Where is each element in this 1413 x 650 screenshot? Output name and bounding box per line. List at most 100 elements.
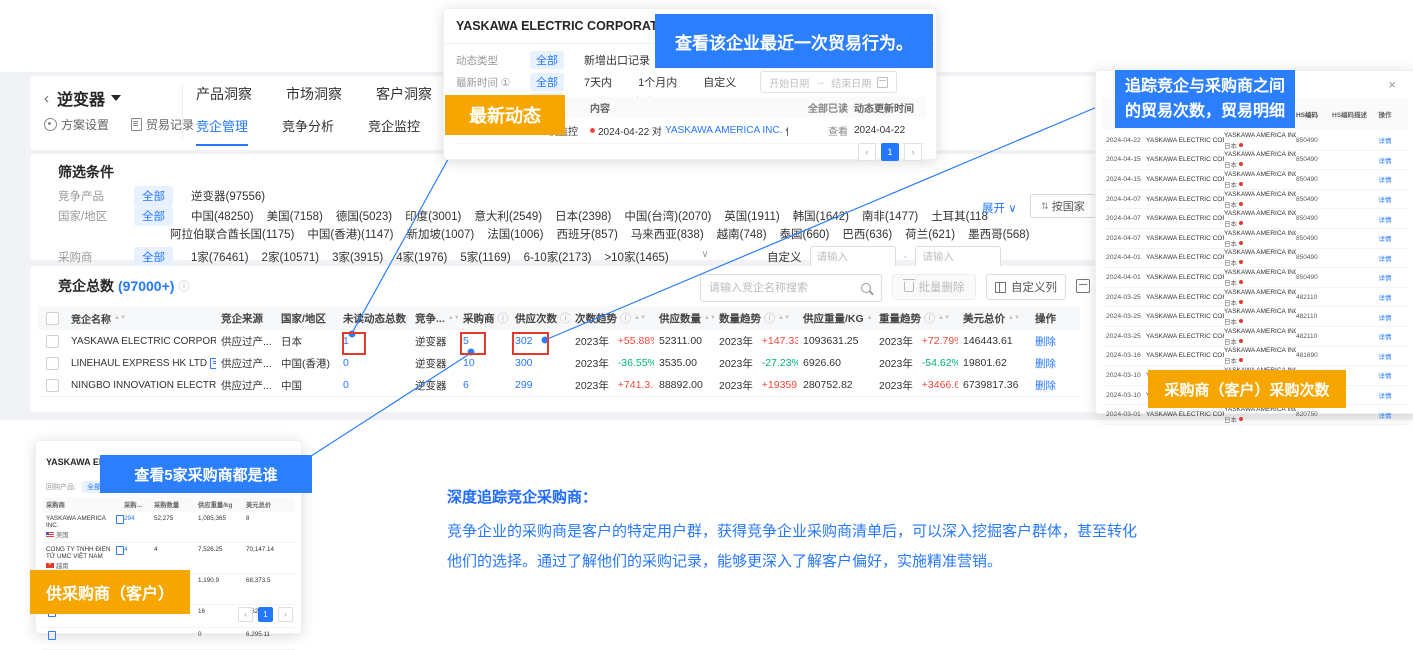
- delete-row-link[interactable]: 删除: [1035, 334, 1056, 349]
- detail-link[interactable]: 详情: [1370, 194, 1400, 204]
- sort-icon[interactable]: ▲▼: [114, 316, 126, 320]
- buyer-cell[interactable]: YASKAWA AMERICA INC. 日本: [1224, 229, 1296, 248]
- buyer-name-cell[interactable]: YASKAWA AMERICA INC. 美国: [42, 515, 124, 539]
- supplier-cell[interactable]: YASKAWA ELECTRIC CORP...: [1146, 312, 1224, 321]
- detail-link[interactable]: 详情: [1370, 331, 1400, 341]
- page-title[interactable]: 逆变器: [57, 86, 105, 110]
- type-chip-all[interactable]: 全部: [530, 51, 564, 69]
- detail-link[interactable]: 详情: [1370, 390, 1400, 400]
- detail-link[interactable]: 详情: [1370, 312, 1400, 322]
- detail-link[interactable]: 详情: [1370, 370, 1400, 380]
- product-all-chip[interactable]: 全部: [134, 186, 173, 206]
- row-checkbox[interactable]: [46, 379, 59, 392]
- sort-icon[interactable]: ▲▼: [634, 316, 646, 320]
- detail-link[interactable]: 详情: [1370, 155, 1400, 165]
- supply-count-link[interactable]: 300: [515, 357, 533, 369]
- sort-icon[interactable]: ▲▼: [448, 316, 458, 320]
- supplier-cell[interactable]: YASKAWA ELECTRIC CORP...: [1146, 273, 1224, 282]
- country-option[interactable]: 泰国(660): [780, 226, 830, 242]
- mark-all-read-link[interactable]: 全部已读: [788, 100, 848, 115]
- country-option[interactable]: 中国(48250): [191, 208, 254, 224]
- purchase-count-link[interactable]: 4: [124, 546, 154, 553]
- detail-link[interactable]: 详情: [1370, 253, 1400, 263]
- row-checkbox[interactable]: [46, 357, 59, 370]
- buyer-count-option[interactable]: 2家(10571): [262, 249, 320, 265]
- country-option[interactable]: 印度(3001): [405, 208, 461, 224]
- subtab-competitor-manage[interactable]: 竞企管理: [196, 116, 248, 146]
- supplier-cell[interactable]: YASKAWA ELECTRIC CORP...: [1146, 410, 1224, 419]
- buyers-count-link[interactable]: 10: [463, 357, 475, 369]
- by-country-button[interactable]: ⇅ 按国家: [1030, 194, 1096, 218]
- buyer-max-input[interactable]: [915, 246, 1001, 268]
- date-range-input[interactable]: 开始日期 → 结束日期: [760, 71, 897, 93]
- buyer-cell[interactable]: YASKAWA AMERICA INC. 日本: [1224, 209, 1296, 228]
- buyer-name-cell[interactable]: [42, 631, 124, 647]
- col-buyers[interactable]: 采购商ⓘ▲▼: [458, 310, 510, 326]
- country-option[interactable]: 南非(1477): [862, 208, 918, 224]
- country-option[interactable]: 巴西(636): [842, 226, 892, 242]
- competitor-name-cell[interactable]: YASKAWA ELECTRIC CORPORATIO: [66, 336, 216, 347]
- competitor-name-cell[interactable]: LINEHAUL EXPRESS HK LTD: [66, 358, 216, 369]
- col-supply-count[interactable]: 供应次数ⓘ▲▼: [510, 310, 570, 326]
- delete-row-link[interactable]: 删除: [1035, 356, 1056, 371]
- usd-col[interactable]: 美元总价: [246, 500, 294, 509]
- country-option[interactable]: 德国(5023): [336, 208, 392, 224]
- col-product[interactable]: 竞争...▲▼: [410, 311, 458, 326]
- chevron-down-icon[interactable]: [111, 95, 121, 101]
- prev-page-button[interactable]: ‹: [238, 607, 253, 622]
- custom-label[interactable]: 自定义: [767, 249, 802, 265]
- country-option[interactable]: 中国(香港)(1147): [307, 226, 393, 242]
- supplier-cell[interactable]: YASKAWA ELECTRIC CORP...: [1146, 234, 1224, 243]
- buyer-count-option[interactable]: 5家(1169): [460, 249, 510, 265]
- view-link[interactable]: 查看: [788, 123, 848, 138]
- sort-icon[interactable]: ▲▼: [938, 316, 950, 320]
- next-page-button[interactable]: ›: [904, 143, 922, 161]
- country-option[interactable]: 墨西哥(568): [968, 226, 1029, 242]
- detail-link[interactable]: 详情: [1370, 135, 1400, 145]
- compare-icon[interactable]: [48, 631, 56, 640]
- subtab-competitor-monitor[interactable]: 竞企监控: [368, 116, 420, 146]
- qty-col[interactable]: 采购数量: [154, 500, 198, 509]
- detail-link[interactable]: 详情: [1370, 272, 1400, 282]
- compare-icon[interactable]: [116, 515, 124, 524]
- country-option[interactable]: 意大利(2549): [474, 208, 542, 224]
- tab-product-insight[interactable]: 产品洞察: [196, 84, 252, 114]
- col-qty-trend[interactable]: 数量趋势ⓘ▲▼: [714, 310, 798, 326]
- country-option[interactable]: 荷兰(621): [905, 226, 955, 242]
- supplier-cell[interactable]: YASKAWA ELECTRIC CORP...: [1146, 293, 1224, 302]
- supplier-cell[interactable]: YASKAWA ELECTRIC CORP...: [1146, 175, 1224, 184]
- detail-link[interactable]: 详情: [1370, 214, 1400, 224]
- page-1-button[interactable]: 1: [881, 143, 899, 161]
- competitor-name-cell[interactable]: NINGBO INNOVATION ELECTRONI: [66, 380, 216, 391]
- detail-link[interactable]: 详情: [1370, 410, 1400, 420]
- supplier-cell[interactable]: YASKAWA ELECTRIC CORP...: [1146, 214, 1224, 223]
- supply-count-link[interactable]: 299: [515, 379, 533, 391]
- next-page-button[interactable]: ›: [278, 607, 293, 622]
- buyer-cell[interactable]: YASKAWA AMERICA INC. 日本: [1224, 190, 1296, 209]
- type-chip-new-export[interactable]: 新增出口记录: [578, 51, 656, 69]
- country-option[interactable]: 美国(7158): [267, 208, 323, 224]
- country-option[interactable]: 越南(748): [717, 226, 767, 242]
- country-option[interactable]: 韩国(1642): [793, 208, 849, 224]
- country-option[interactable]: 法国(1006): [487, 226, 543, 242]
- country-option[interactable]: 新加坡(1007): [406, 226, 474, 242]
- time-chip-1m[interactable]: 1个月内: [632, 73, 683, 91]
- compare-icon[interactable]: [116, 546, 124, 555]
- buyer-min-input[interactable]: [810, 246, 896, 268]
- buyer-cell[interactable]: YASKAWA AMERICA INC. 日本: [1224, 131, 1296, 150]
- buyers-count-link[interactable]: 6: [463, 379, 469, 391]
- tab-market-insight[interactable]: 市场洞察: [286, 84, 342, 114]
- country-option[interactable]: 中国(台湾)(2070): [624, 208, 711, 224]
- back-icon[interactable]: ‹: [44, 90, 49, 107]
- detail-link[interactable]: 详情: [1370, 174, 1400, 184]
- close-icon[interactable]: ×: [1388, 77, 1396, 92]
- sort-icon[interactable]: ▲▼: [704, 316, 714, 320]
- buyer-cell[interactable]: YASKAWA AMERICA INC. 日本: [1224, 170, 1296, 189]
- buyer-cell[interactable]: YASKAWA AMERICA INC. 日本: [1224, 248, 1296, 267]
- supplier-cell[interactable]: YASKAWA ELECTRIC CORP...: [1146, 332, 1224, 341]
- buyer-cell[interactable]: YASKAWA AMERICA INC. 日本: [1224, 288, 1296, 307]
- count-col[interactable]: 采购...: [124, 500, 154, 509]
- product-option[interactable]: 逆变器(97556): [191, 188, 265, 204]
- batch-delete-button[interactable]: 批量删除: [892, 274, 976, 300]
- subtab-competition-analysis[interactable]: 竞争分析: [282, 116, 334, 146]
